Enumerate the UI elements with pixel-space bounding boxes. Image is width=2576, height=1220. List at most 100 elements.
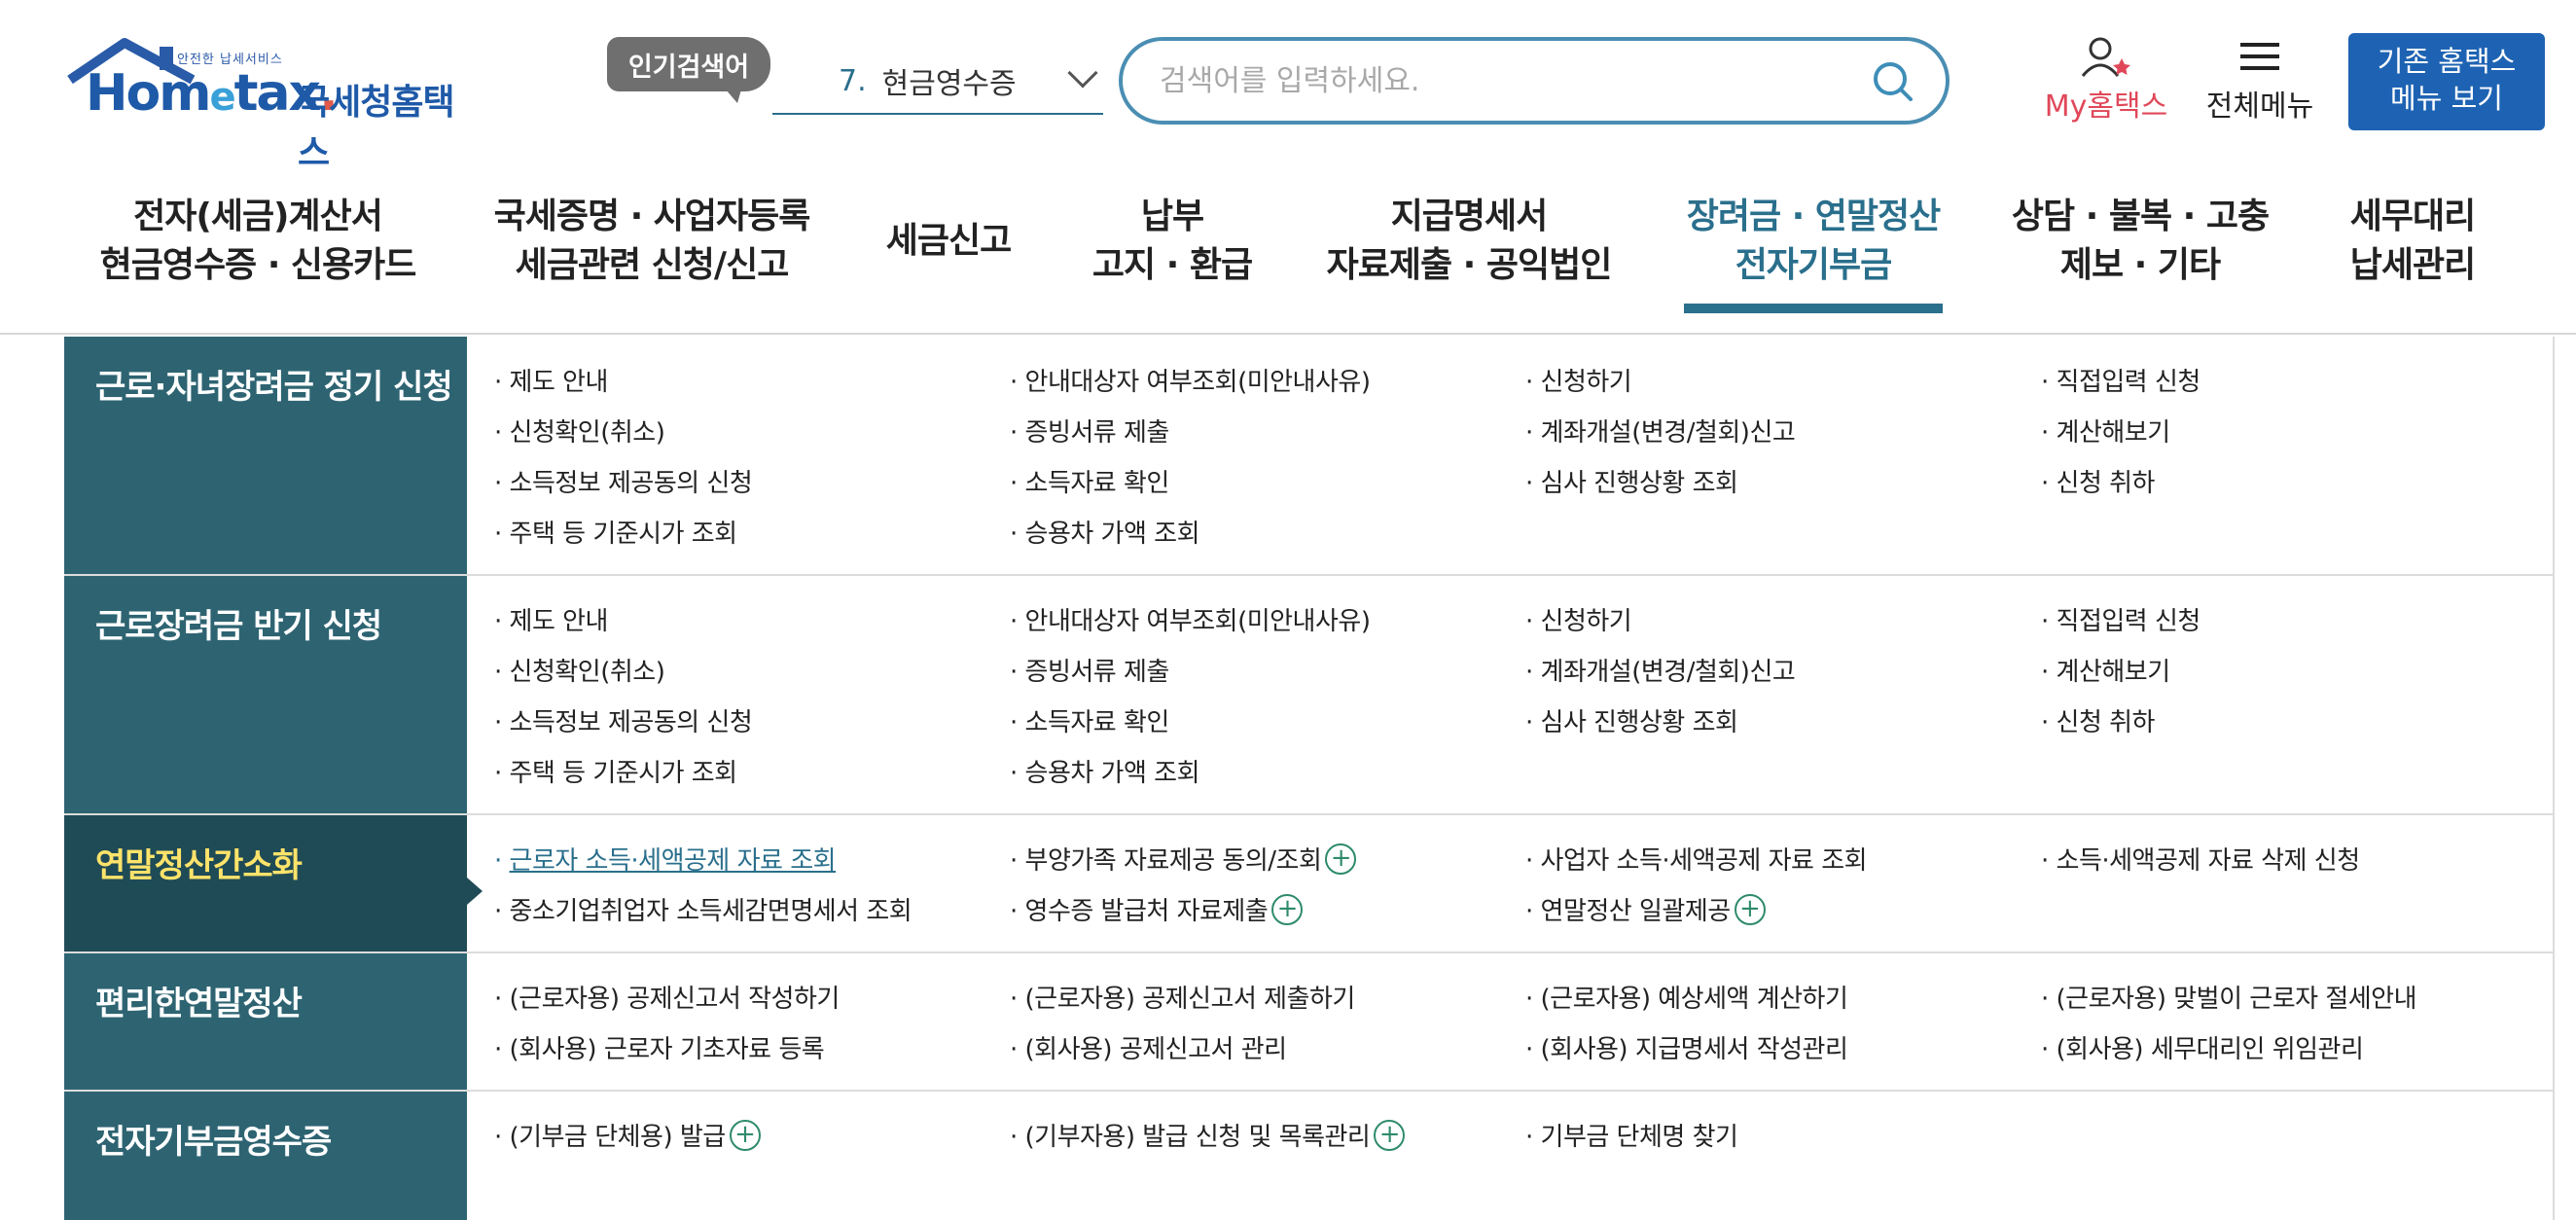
- gnb-item-line2: 세금관련 신청/신고: [515, 245, 790, 285]
- submenu-section-title[interactable]: 편리한연말정산: [64, 953, 467, 1090]
- submenu-links: 근로자 소득·세액공제 자료 조회 부양가족 자료제공 동의/조회+ 사업자 소…: [467, 815, 2555, 951]
- submenu-link[interactable]: 증빙서류 제출: [1010, 652, 1170, 688]
- submenu-link-text: 영수증 발급처 자료제출: [1024, 897, 1269, 926]
- plus-icon[interactable]: +: [1271, 893, 1304, 925]
- gnb-active-indicator: [1684, 304, 1943, 313]
- submenu-link[interactable]: 중소기업취업자 소득세감면명세서 조회: [494, 891, 912, 927]
- submenu-link[interactable]: 부양가족 자료제공 동의/조회+: [1010, 841, 1357, 877]
- plus-icon[interactable]: +: [1374, 1119, 1406, 1151]
- popular-search-tag: 인기검색어: [607, 37, 770, 103]
- submenu-link-text: 연말정산 일괄제공: [1540, 897, 1732, 926]
- gnb-item-line1: 납부: [1140, 197, 1204, 236]
- gnb-item-e-invoice[interactable]: 전자(세금)계산서 현금영수증 · 신용카드: [97, 191, 418, 335]
- gnb-item-line2: 전자기부금: [1735, 245, 1893, 285]
- gnb-item-tax-return[interactable]: 세금신고: [876, 191, 1021, 335]
- submenu-link[interactable]: 제도 안내: [494, 601, 609, 637]
- plus-icon[interactable]: +: [1734, 893, 1766, 925]
- submenu-link[interactable]: 소득정보 제공동의 신청: [494, 463, 753, 499]
- my-hometax-link[interactable]: My홈택스: [2033, 35, 2179, 124]
- submenu-link[interactable]: 소득정보 제공동의 신청: [494, 702, 753, 738]
- submenu-link[interactable]: 승용차 가액 조회: [1010, 514, 1200, 550]
- hamburger-icon: [2240, 43, 2279, 70]
- gnb-item-tax-agent[interactable]: 세무대리 납세관리: [2335, 191, 2490, 335]
- gnb-item-line2: 자료제출 · 공익법인: [1326, 245, 1613, 285]
- submenu-links: (기부금 단체용) 발급+ (기부자용) 발급 신청 및 목록관리+ 기부금 단…: [467, 1092, 2555, 1220]
- gnb-item-payment[interactable]: 납부 고지 · 환급: [1080, 191, 1265, 335]
- submenu-link[interactable]: 주택 등 기준시가 조회: [494, 514, 738, 550]
- submenu-section-title[interactable]: 전자기부금영수증: [64, 1092, 467, 1220]
- gnb-item-payment-statement[interactable]: 지급명세서 자료제출 · 공익법인: [1323, 191, 1615, 335]
- submenu-link[interactable]: 계산해보기: [2041, 652, 2171, 688]
- submenu-section-half-year-incentive: 근로장려금 반기 신청 제도 안내 안내대상자 여부조회(미안내사유) 신청하기…: [64, 576, 2555, 815]
- submenu-link[interactable]: 계좌개설(변경/철회)신고: [1525, 652, 1796, 688]
- gnb-item-line2: 고지 · 환급: [1091, 245, 1253, 285]
- popular-search-term[interactable]: 현금영수증: [882, 59, 1017, 102]
- submenu-link[interactable]: 승용차 가액 조회: [1010, 753, 1200, 789]
- submenu-link[interactable]: 소득·세액공제 자료 삭제 신청: [2041, 841, 2361, 877]
- legacy-menu-button[interactable]: 기존 홈택스 메뉴 보기: [2348, 33, 2545, 130]
- submenu-link-selected[interactable]: 근로자 소득·세액공제 자료 조회: [494, 841, 837, 877]
- submenu-link[interactable]: 소득자료 확인: [1010, 702, 1170, 738]
- submenu-link-text: (기부금 단체용) 발급: [509, 1123, 727, 1152]
- submenu-link[interactable]: 주택 등 기준시가 조회: [494, 753, 738, 789]
- submenu-link[interactable]: 안내대상자 여부조회(미안내사유): [1010, 601, 1371, 637]
- gnb-item-line1: 전자(세금)계산서: [133, 197, 383, 236]
- submenu-link[interactable]: 기부금 단체명 찾기: [1525, 1117, 1738, 1153]
- gnb-item-tax-certificate[interactable]: 국세증명 · 사업자등록 세금관련 신청/신고: [486, 191, 817, 335]
- gnb-item-line1: 세무대리: [2349, 197, 2476, 236]
- all-menu-button[interactable]: 전체메뉴: [2197, 35, 2323, 124]
- submenu-link[interactable]: 증빙서류 제출: [1010, 413, 1170, 449]
- submenu-section-title[interactable]: 근로·자녀장려금 정기 신청: [64, 337, 467, 574]
- submenu-link[interactable]: 영수증 발급처 자료제출+: [1010, 891, 1304, 927]
- submenu-link[interactable]: (회사용) 공제신고서 관리: [1010, 1029, 1288, 1065]
- popular-search-rolling[interactable]: 7. 현금영수증: [772, 49, 1103, 115]
- gnb-item-line1: 장려금 · 연말정산: [1686, 197, 1942, 236]
- submenu-link[interactable]: (근로자용) 공제신고서 작성하기: [494, 979, 841, 1015]
- submenu-link[interactable]: 신청확인(취소): [494, 652, 665, 688]
- submenu-link-text: 부양가족 자료제공 동의/조회: [1024, 846, 1322, 876]
- submenu-link[interactable]: 심사 진행상황 조회: [1525, 463, 1738, 499]
- gnb-item-line1: 국세증명 · 사업자등록: [493, 197, 811, 236]
- submenu-link[interactable]: 직접입력 신청: [2041, 362, 2201, 398]
- gnb-item-line2: 제보 · 기타: [2059, 245, 2221, 285]
- submenu-link[interactable]: (근로자용) 맞벌이 근로자 절세안내: [2041, 979, 2417, 1015]
- chevron-down-icon[interactable]: [1067, 57, 1098, 89]
- submenu-link[interactable]: 신청하기: [1525, 601, 1632, 637]
- submenu-link[interactable]: 심사 진행상황 조회: [1525, 702, 1738, 738]
- submenu-link[interactable]: (회사용) 근로자 기초자료 등록: [494, 1029, 825, 1065]
- submenu-link[interactable]: 제도 안내: [494, 362, 609, 398]
- submenu-link[interactable]: 안내대상자 여부조회(미안내사유): [1010, 362, 1371, 398]
- submenu-link[interactable]: (기부자용) 발급 신청 및 목록관리+: [1010, 1117, 1406, 1153]
- submenu-link[interactable]: 신청 취하: [2041, 702, 2156, 738]
- submenu-link[interactable]: 사업자 소득·세액공제 자료 조회: [1525, 841, 1868, 877]
- submenu-link[interactable]: (회사용) 세무대리인 위임관리: [2041, 1029, 2364, 1065]
- plus-icon[interactable]: +: [729, 1119, 761, 1151]
- submenu-link[interactable]: 직접입력 신청: [2041, 601, 2201, 637]
- submenu-link[interactable]: 신청하기: [1525, 362, 1632, 398]
- submenu-link[interactable]: 계좌개설(변경/철회)신고: [1525, 413, 1796, 449]
- submenu-link-text: (기부자용) 발급 신청 및 목록관리: [1024, 1123, 1371, 1152]
- main-navigation: 전자(세금)계산서 현금영수증 · 신용카드 국세증명 · 사업자등록 세금관련…: [0, 191, 2576, 335]
- submenu-link[interactable]: 신청 취하: [2041, 463, 2156, 499]
- panel-edge-gap: [467, 1179, 481, 1220]
- submenu-link[interactable]: 연말정산 일괄제공+: [1525, 891, 1766, 927]
- submenu-link[interactable]: (근로자용) 공제신고서 제출하기: [1010, 979, 1356, 1015]
- submenu-link[interactable]: 계산해보기: [2041, 413, 2171, 449]
- search-box: [1119, 37, 1950, 125]
- submenu-link[interactable]: 소득자료 확인: [1010, 463, 1170, 499]
- submenu-link[interactable]: (회사용) 지급명세서 작성관리: [1525, 1029, 1848, 1065]
- submenu-section-title[interactable]: 근로장려금 반기 신청: [64, 576, 467, 813]
- submenu-links: 제도 안내 안내대상자 여부조회(미안내사유) 신청하기 직접입력 신청 신청확…: [467, 576, 2555, 813]
- gnb-item-consult-appeal[interactable]: 상담 · 불복 · 고충 제보 · 기타: [2004, 191, 2276, 335]
- plus-icon[interactable]: +: [1325, 843, 1357, 875]
- legacy-menu-line2: 메뉴 보기: [2390, 82, 2503, 115]
- search-icon[interactable]: [1870, 58, 1914, 103]
- hometax-logo[interactable]: 안전한 납세서비스 Hometax. 국세청홈택스: [66, 33, 484, 173]
- submenu-links: (근로자용) 공제신고서 작성하기 (근로자용) 공제신고서 제출하기 (근로자…: [467, 953, 2555, 1090]
- submenu-section-convenient-yearend: 편리한연말정산 (근로자용) 공제신고서 작성하기 (근로자용) 공제신고서 제…: [64, 953, 2555, 1092]
- submenu-link[interactable]: (기부금 단체용) 발급+: [494, 1117, 761, 1153]
- submenu-link[interactable]: (근로자용) 예상세액 계산하기: [1525, 979, 1848, 1015]
- search-input[interactable]: [1158, 62, 1911, 99]
- submenu-link[interactable]: 신청확인(취소): [494, 413, 665, 449]
- submenu-section-title[interactable]: 연말정산간소화: [64, 815, 483, 951]
